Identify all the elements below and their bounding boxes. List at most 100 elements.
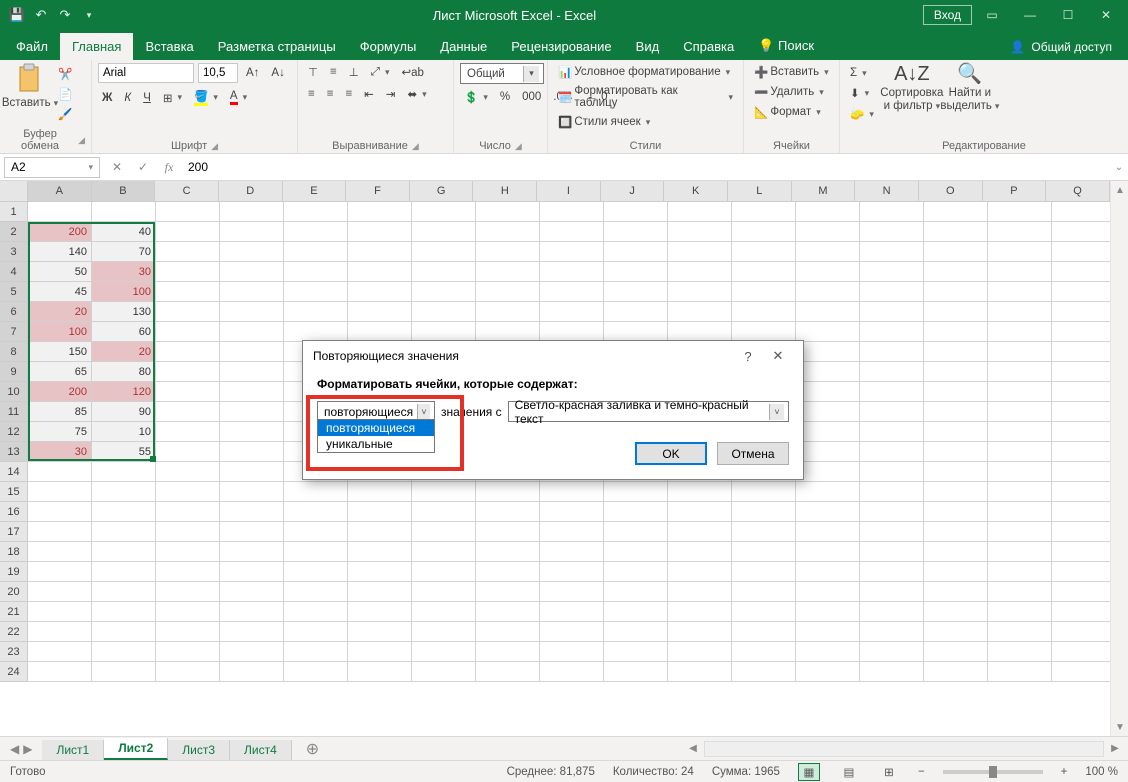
cell[interactable] xyxy=(284,282,348,302)
cell[interactable] xyxy=(732,562,796,582)
cell[interactable] xyxy=(1052,582,1110,602)
orientation-icon[interactable]: ⤢ xyxy=(367,64,394,81)
fill-color-icon[interactable]: 🪣 xyxy=(190,87,222,108)
format-style-select[interactable]: Светло-красная заливка и темно-красный т… xyxy=(508,401,789,422)
format-as-table-button[interactable]: 🗓️ Форматировать как таблицу xyxy=(554,83,737,111)
scroll-up-icon[interactable]: ▲ xyxy=(1111,181,1128,199)
cell[interactable]: 75 xyxy=(28,422,92,442)
view-page-break-icon[interactable]: ⊞ xyxy=(878,763,900,781)
cell[interactable] xyxy=(604,202,668,222)
cell[interactable] xyxy=(220,342,284,362)
cell[interactable] xyxy=(156,622,220,642)
column-header[interactable]: H xyxy=(473,181,537,202)
expand-formula-icon[interactable]: ⌄ xyxy=(1110,162,1128,173)
cell[interactable] xyxy=(220,262,284,282)
cell[interactable] xyxy=(668,282,732,302)
cell[interactable] xyxy=(412,482,476,502)
cell[interactable] xyxy=(988,402,1052,422)
sheet-nav-next-icon[interactable]: ▶ xyxy=(23,742,32,756)
cell[interactable] xyxy=(1052,522,1110,542)
cell[interactable]: 20 xyxy=(92,342,156,362)
cell[interactable] xyxy=(28,582,92,602)
cell[interactable] xyxy=(796,202,860,222)
cell[interactable] xyxy=(412,602,476,622)
cell[interactable] xyxy=(476,562,540,582)
new-sheet-button[interactable]: ⊕ xyxy=(292,739,333,759)
cell[interactable] xyxy=(924,362,988,382)
cell[interactable] xyxy=(860,642,924,662)
cell[interactable] xyxy=(732,662,796,682)
column-header[interactable]: E xyxy=(283,181,347,202)
cell[interactable] xyxy=(156,482,220,502)
cell[interactable] xyxy=(796,302,860,322)
cell[interactable] xyxy=(540,202,604,222)
cell[interactable] xyxy=(668,562,732,582)
cell[interactable] xyxy=(348,282,412,302)
cell[interactable] xyxy=(540,602,604,622)
insert-cells-button[interactable]: ➕ Вставить xyxy=(750,63,833,81)
cell[interactable]: 100 xyxy=(92,282,156,302)
cell[interactable] xyxy=(156,242,220,262)
cell[interactable] xyxy=(1052,362,1110,382)
cell[interactable]: 150 xyxy=(28,342,92,362)
row-header[interactable]: 1 xyxy=(0,202,28,222)
cell[interactable] xyxy=(220,322,284,342)
cell[interactable]: 65 xyxy=(28,362,92,382)
cell[interactable] xyxy=(220,422,284,442)
cell[interactable] xyxy=(796,222,860,242)
column-header[interactable]: M xyxy=(792,181,856,202)
cell[interactable] xyxy=(92,642,156,662)
cell[interactable] xyxy=(220,582,284,602)
cell[interactable] xyxy=(988,242,1052,262)
cell[interactable] xyxy=(284,202,348,222)
cell[interactable] xyxy=(476,202,540,222)
cell[interactable] xyxy=(668,602,732,622)
cell[interactable] xyxy=(924,482,988,502)
cell[interactable] xyxy=(1052,482,1110,502)
cell[interactable] xyxy=(860,202,924,222)
grow-font-icon[interactable]: A↑ xyxy=(242,65,263,81)
cell[interactable] xyxy=(860,322,924,342)
sheet-tab[interactable]: Лист3 xyxy=(168,740,230,760)
cell[interactable] xyxy=(220,642,284,662)
select-all-corner[interactable] xyxy=(0,181,28,202)
option-unique[interactable]: уникальные xyxy=(318,436,434,452)
cell[interactable] xyxy=(924,342,988,362)
undo-icon[interactable]: ↶ xyxy=(30,4,52,26)
align-left-icon[interactable]: ≡ xyxy=(304,86,319,102)
cell[interactable] xyxy=(668,242,732,262)
cell[interactable] xyxy=(924,282,988,302)
cell[interactable] xyxy=(732,202,796,222)
cell[interactable] xyxy=(796,362,860,382)
cell[interactable] xyxy=(28,622,92,642)
cell[interactable] xyxy=(1052,462,1110,482)
cell[interactable] xyxy=(348,502,412,522)
cell[interactable] xyxy=(156,602,220,622)
cell[interactable] xyxy=(92,562,156,582)
cell[interactable] xyxy=(348,522,412,542)
cell[interactable] xyxy=(156,522,220,542)
cell[interactable]: 60 xyxy=(92,322,156,342)
cell[interactable] xyxy=(1052,262,1110,282)
cell[interactable] xyxy=(476,582,540,602)
cell[interactable] xyxy=(988,562,1052,582)
cell[interactable] xyxy=(988,222,1052,242)
cell[interactable] xyxy=(92,582,156,602)
cell[interactable]: 80 xyxy=(92,362,156,382)
cell[interactable] xyxy=(28,642,92,662)
cell[interactable] xyxy=(156,202,220,222)
copy-icon[interactable]: 📄 xyxy=(58,87,72,101)
tab-formulas[interactable]: Формулы xyxy=(348,33,429,60)
cell[interactable] xyxy=(604,602,668,622)
cell[interactable] xyxy=(412,582,476,602)
row-header[interactable]: 8 xyxy=(0,342,28,362)
cell[interactable] xyxy=(668,642,732,662)
cell[interactable] xyxy=(220,462,284,482)
accounting-icon[interactable]: 💲 xyxy=(460,88,492,106)
cell[interactable] xyxy=(988,502,1052,522)
cell[interactable] xyxy=(860,542,924,562)
cell[interactable] xyxy=(284,322,348,342)
dialog-close-icon[interactable]: ✕ xyxy=(763,348,793,364)
tab-review[interactable]: Рецензирование xyxy=(499,33,623,60)
view-page-layout-icon[interactable]: ▤ xyxy=(838,763,860,781)
